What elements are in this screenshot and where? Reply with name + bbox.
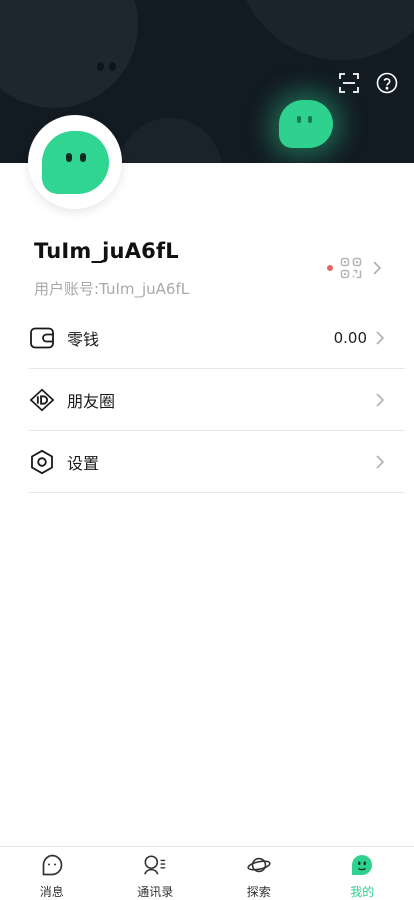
id-badge-icon — [29, 387, 55, 413]
tab-messages[interactable]: 消息 — [0, 847, 104, 897]
qr-code-icon — [340, 257, 362, 279]
banner-decoration-eye — [109, 62, 116, 71]
scan-button[interactable] — [337, 71, 361, 95]
tab-label: 我的 — [350, 883, 374, 900]
notification-dot — [327, 265, 333, 271]
banner-decoration-eye — [97, 62, 104, 71]
chevron-right-icon — [372, 260, 382, 276]
tab-label: 消息 — [40, 883, 64, 900]
chevron-right-icon — [375, 392, 385, 408]
help-button[interactable] — [375, 71, 399, 95]
profile-ghost-icon — [350, 853, 374, 877]
banner-decoration — [236, 0, 414, 60]
wallet-icon — [29, 325, 55, 351]
help-icon — [376, 72, 398, 94]
menu-item-label: 朋友圈 — [67, 388, 115, 412]
tab-me[interactable]: 我的 — [311, 847, 414, 897]
wallet-balance: 0.00 — [334, 329, 367, 347]
planet-icon — [247, 853, 271, 877]
menu-item-settings[interactable]: 设置 — [29, 431, 405, 493]
tab-label: 通讯录 — [137, 883, 173, 900]
menu-item-label: 零钱 — [67, 326, 99, 350]
chevron-right-icon — [375, 454, 385, 470]
scan-icon — [338, 72, 360, 94]
profile-menu: 零钱 0.00 朋友圈 设置 — [29, 307, 405, 493]
glowing-ghost-mascot — [279, 100, 333, 148]
banner-decoration — [118, 118, 222, 163]
chevron-right-icon — [375, 330, 385, 346]
qr-code-button[interactable] — [327, 256, 387, 280]
avatar-ghost-icon — [42, 131, 109, 194]
contacts-icon — [143, 853, 167, 877]
tab-label: 探索 — [247, 883, 271, 900]
message-ghost-icon — [40, 853, 64, 877]
menu-item-moments[interactable]: 朋友圈 — [29, 369, 405, 431]
account-id: 用户账号:TuIm_juA6fL — [34, 278, 189, 299]
username: TuIm_juA6fL — [34, 239, 179, 263]
tab-explore[interactable]: 探索 — [207, 847, 311, 897]
avatar[interactable] — [28, 115, 122, 209]
menu-item-label: 设置 — [67, 450, 99, 474]
banner-decoration — [0, 0, 138, 108]
tab-contacts[interactable]: 通讯录 — [104, 847, 208, 897]
settings-hexagon-icon — [29, 449, 55, 475]
bottom-tab-bar: 消息 通讯录 探索 我的 — [0, 846, 414, 897]
menu-item-wallet[interactable]: 零钱 0.00 — [29, 307, 405, 369]
